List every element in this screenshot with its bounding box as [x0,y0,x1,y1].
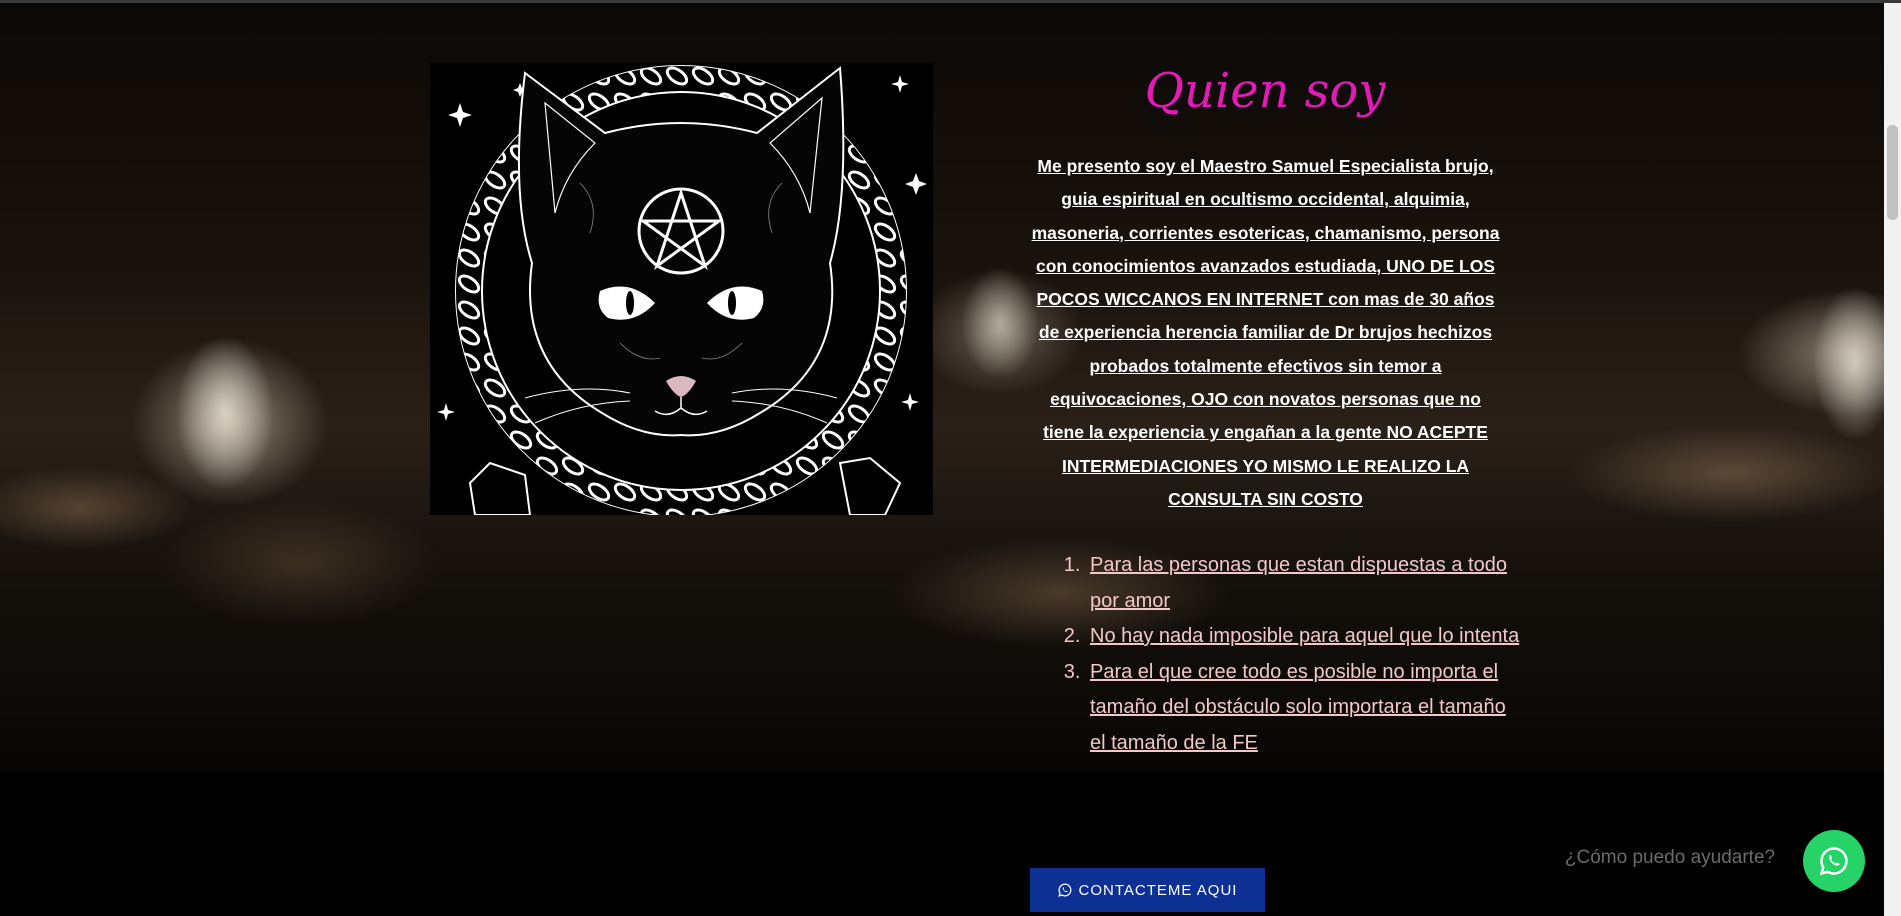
scrollbar-thumb[interactable] [1887,125,1898,220]
chat-prompt-text: ¿Cómo puedo ayudarte? [1564,847,1776,868]
pentagram-cat-icon [430,63,933,515]
cat-pentagram-image [430,63,933,515]
reason-text: Para las personas que estan dispuestas a… [1090,554,1507,612]
whatsapp-chat-button[interactable] [1803,830,1865,892]
contact-button-label: CONTACTEME AQUI [1078,881,1238,899]
reason-text: No hay nada imposible para aquel que lo … [1090,625,1520,647]
whatsapp-icon [1819,847,1848,876]
reason-text: Para el que cree todo es posible no impo… [1090,660,1506,754]
bio-paragraph: Me presento soy el Maestro Samuel Especi… [1031,156,1500,509]
section-title: Quien soy [1144,63,1386,119]
reasons-list: Para las personas que estan dispuestas a… [1063,548,1526,761]
whatsapp-icon [1057,883,1071,897]
contact-button[interactable]: CONTACTEME AQUI [1030,868,1265,912]
list-item: No hay nada imposible para aquel que lo … [1086,619,1526,655]
candles-background [0,3,1884,771]
page-bottom-band [0,771,1884,916]
list-item: Para las personas que estan dispuestas a… [1086,548,1526,619]
list-item: Para el que cree todo es posible no impo… [1086,655,1526,762]
